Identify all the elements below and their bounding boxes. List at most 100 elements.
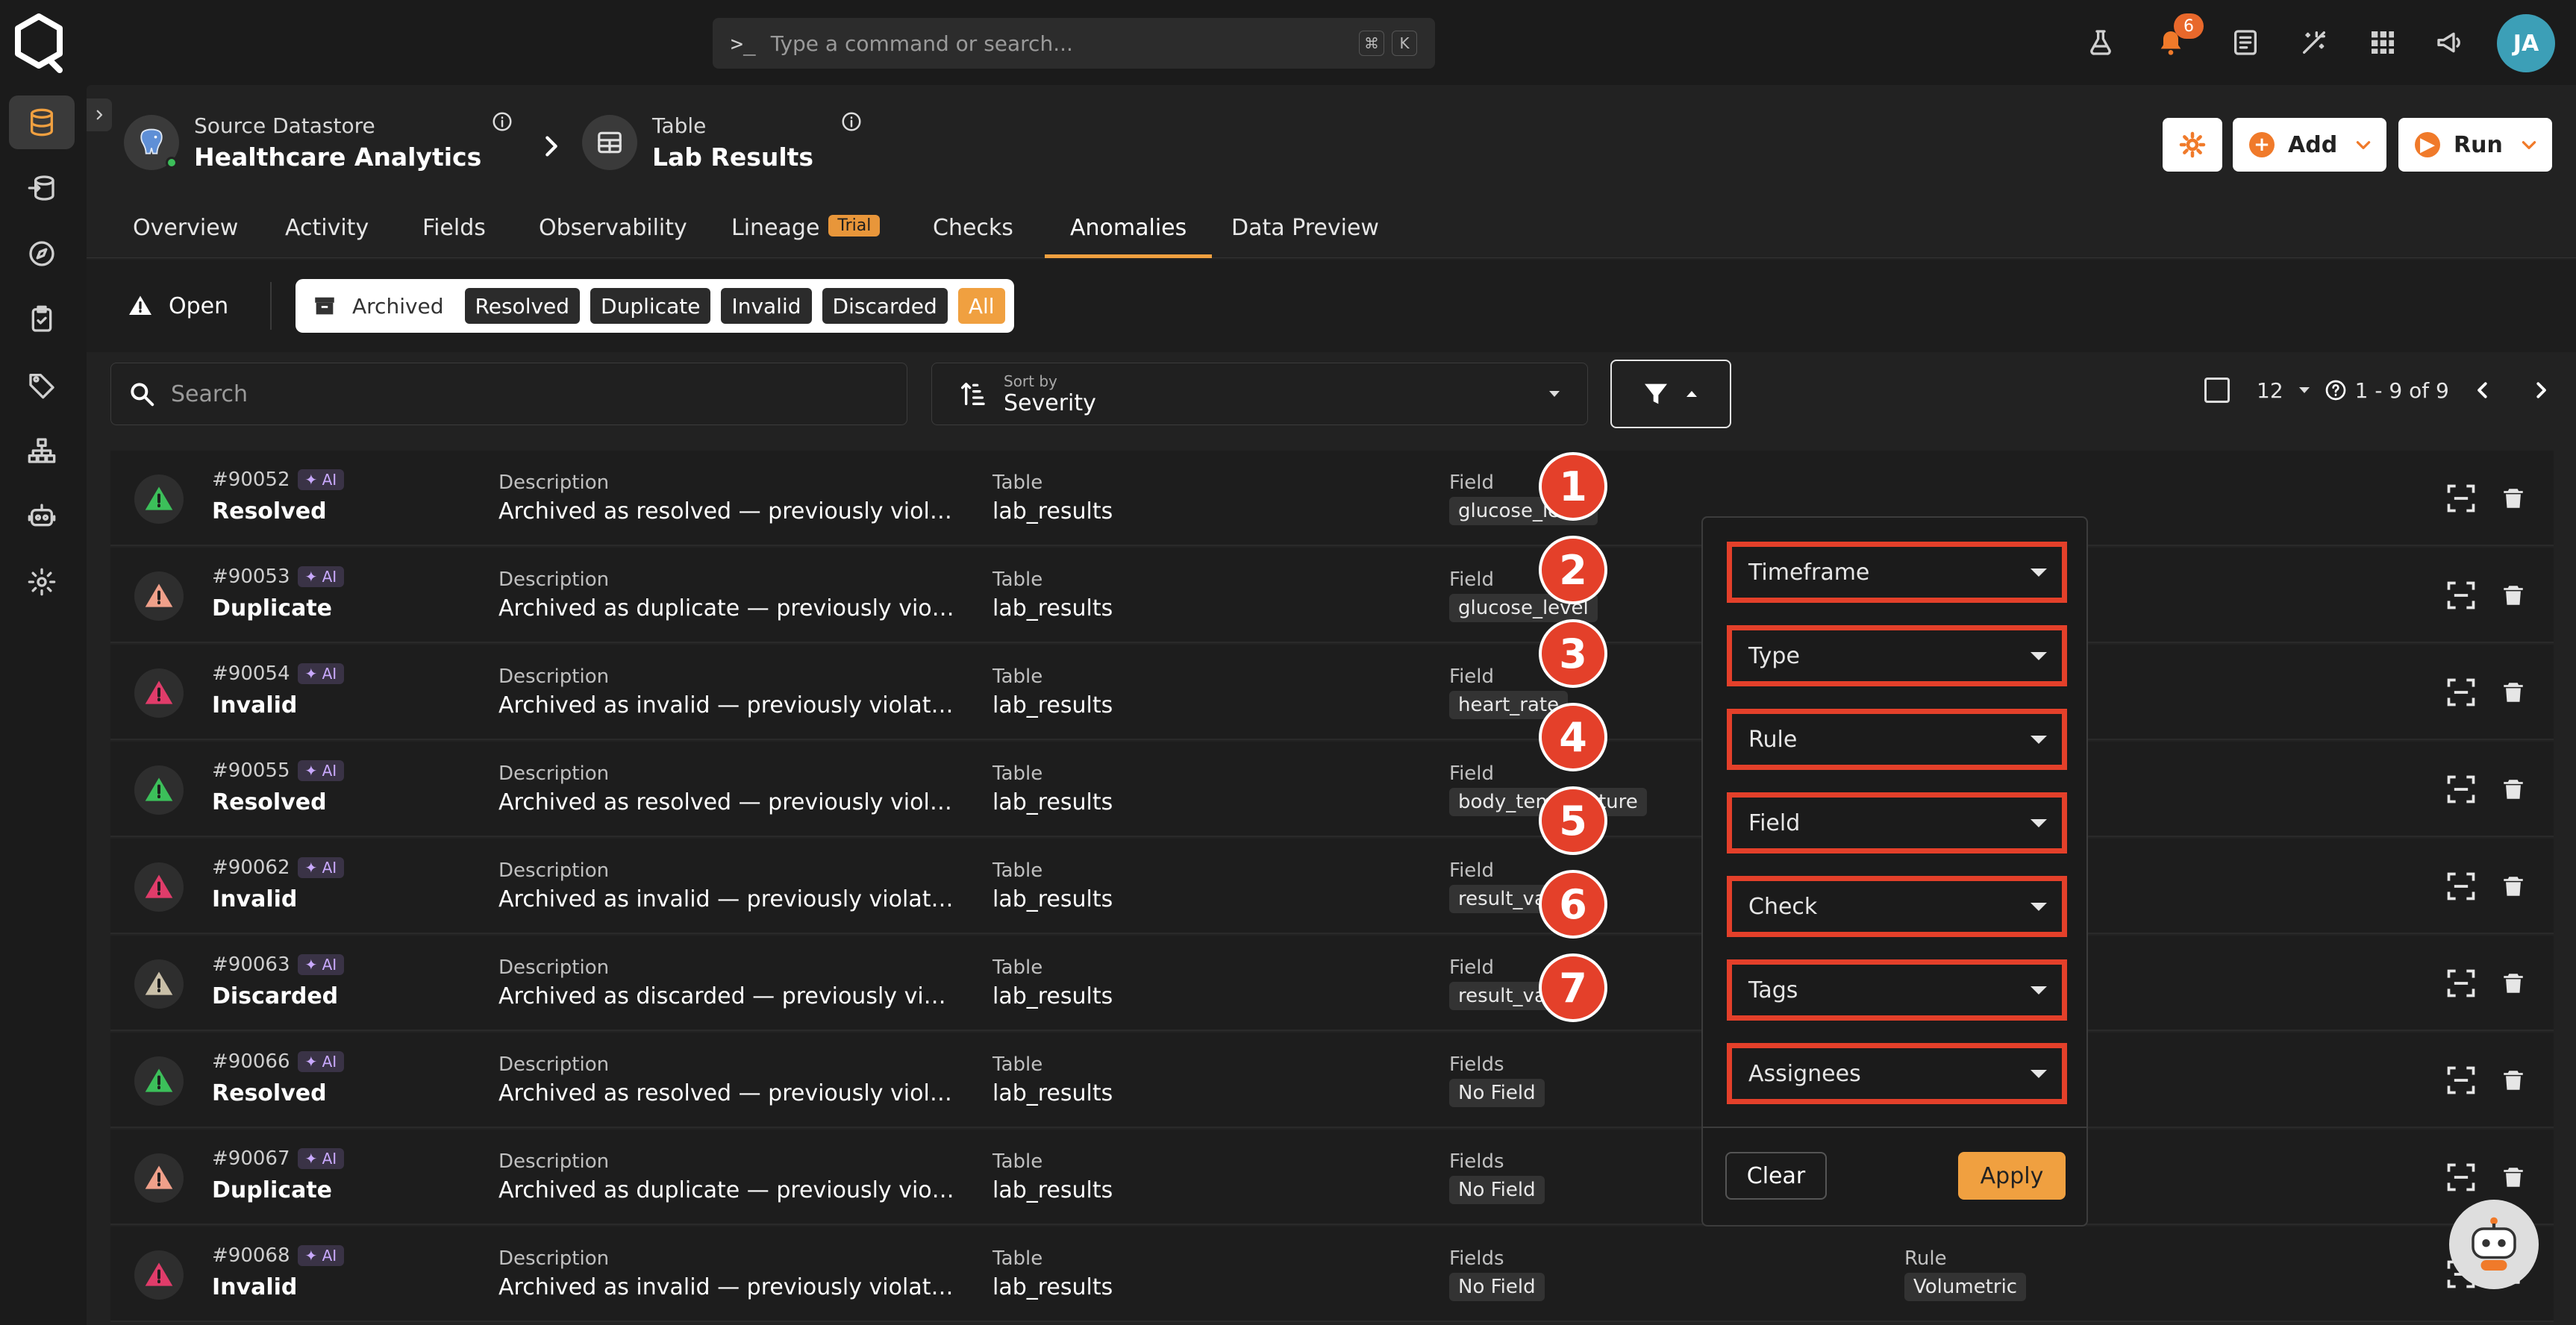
help-icon[interactable]	[2324, 378, 2348, 402]
prev-page-chevron-icon[interactable]	[2472, 379, 2494, 401]
agent-robot-nav-icon[interactable]	[9, 489, 75, 543]
chip-all[interactable]: All	[957, 288, 1005, 324]
clear-filters-button[interactable]: Clear	[1725, 1152, 1827, 1200]
anomaly-id-group[interactable]: #90054 ✦ AI	[212, 662, 345, 685]
checklist-nav-icon[interactable]	[9, 292, 75, 346]
table-row[interactable]: #90052 ✦ AI Resolved Description Archived as…	[110, 451, 2554, 546]
info-icon[interactable]	[491, 110, 513, 133]
caret-down-icon[interactable]	[2295, 381, 2313, 399]
type-filter-select[interactable]: Type	[1727, 625, 2067, 686]
command-search-bar[interactable]: >_ Type a command or search... ⌘ K	[713, 18, 1435, 69]
chatbot-assistant-button[interactable]	[2449, 1200, 2539, 1289]
breadcrumb-table[interactable]: Table Lab Results	[582, 113, 813, 172]
anomaly-id: #90067	[212, 1147, 290, 1170]
table-value: lab_results	[992, 983, 1113, 1009]
tab-checks[interactable]: Checks	[933, 204, 1013, 258]
caret-down-icon	[2031, 651, 2047, 660]
rule-filter-select[interactable]: Rule	[1727, 709, 2067, 770]
assignees-filter-select[interactable]: Assignees	[1727, 1043, 2067, 1104]
table-label: Table	[992, 568, 1043, 591]
trash-icon[interactable]	[2495, 674, 2531, 710]
anomaly-id-group[interactable]: #90063 ✦ AI	[212, 953, 345, 976]
user-avatar[interactable]: JA	[2497, 14, 2555, 72]
expand-frame-icon[interactable]	[2443, 577, 2479, 613]
trash-icon[interactable]	[2495, 1159, 2531, 1195]
table-row[interactable]: #90053 ✦ AI Duplicate Description Archived a…	[110, 548, 2554, 643]
table-row[interactable]: #90054 ✦ AI Invalid Description Archived as …	[110, 645, 2554, 740]
trash-icon[interactable]	[2495, 965, 2531, 1001]
tab-lineage[interactable]: Lineage Trial	[731, 204, 881, 258]
hierarchy-nav-icon[interactable]	[9, 424, 75, 477]
trash-icon[interactable]	[2495, 771, 2531, 807]
flow-nav-icon[interactable]	[9, 161, 75, 215]
tab-anomalies[interactable]: Anomalies	[1045, 204, 1213, 258]
magic-wand-icon[interactable]	[2294, 22, 2334, 63]
expand-frame-icon[interactable]	[2443, 674, 2479, 710]
chip-invalid[interactable]: Invalid	[721, 288, 812, 324]
add-button[interactable]: + Add	[2233, 118, 2386, 172]
trash-icon[interactable]	[2495, 868, 2531, 904]
settings-gear-nav-icon[interactable]	[9, 555, 75, 609]
qualytics-logo[interactable]	[10, 10, 67, 73]
divider	[1703, 1127, 2086, 1128]
anomaly-status: Resolved	[212, 498, 327, 524]
apps-grid-icon[interactable]	[2363, 22, 2403, 63]
breadcrumb-datastore[interactable]: Source Datastore Healthcare Analytics	[124, 113, 481, 172]
tag-nav-icon[interactable]	[9, 358, 75, 412]
chip-duplicate[interactable]: Duplicate	[590, 288, 711, 324]
datastore-nav-icon[interactable]	[9, 95, 75, 149]
explore-compass-icon[interactable]	[9, 227, 75, 281]
next-page-chevron-icon[interactable]	[2530, 379, 2552, 401]
expand-frame-icon[interactable]	[2443, 965, 2479, 1001]
info-icon[interactable]	[840, 110, 863, 133]
filter-toggle-button[interactable]	[1610, 360, 1731, 428]
tab-observability[interactable]: Observability	[539, 204, 687, 258]
archived-label[interactable]: Archived	[342, 288, 454, 324]
table-row[interactable]: #90055 ✦ AI Resolved Description Archived as…	[110, 742, 2554, 837]
field-filter-select[interactable]: Field	[1727, 792, 2067, 853]
anomaly-id-group[interactable]: #90062 ✦ AI	[212, 856, 345, 879]
table-row[interactable]: #90066 ✦ AI Resolved Description Archived as…	[110, 1033, 2554, 1128]
anomaly-id-group[interactable]: #90052 ✦ AI	[212, 469, 345, 491]
check-filter-select[interactable]: Check	[1727, 876, 2067, 937]
expand-frame-icon[interactable]	[2443, 480, 2479, 516]
expand-frame-icon[interactable]	[2443, 771, 2479, 807]
trash-icon[interactable]	[2495, 1062, 2531, 1098]
tab-activity[interactable]: Activity	[285, 204, 369, 258]
anomaly-id-group[interactable]: #90053 ✦ AI	[212, 566, 345, 588]
trash-icon[interactable]	[2495, 577, 2531, 613]
search-input[interactable]: Search	[110, 363, 907, 425]
anomaly-id-group[interactable]: #90066 ✦ AI	[212, 1050, 345, 1073]
apply-filters-button[interactable]: Apply	[1958, 1152, 2066, 1200]
settings-button[interactable]	[2163, 118, 2222, 172]
chip-discarded[interactable]: Discarded	[822, 288, 948, 324]
tags-filter-select[interactable]: Tags	[1727, 959, 2067, 1021]
tab-data-preview[interactable]: Data Preview	[1231, 204, 1379, 258]
table-row[interactable]: #90063 ✦ AI Discarded Description Archived a…	[110, 936, 2554, 1031]
anomaly-id-group[interactable]: #90068 ✦ AI	[212, 1244, 345, 1267]
tab-overview[interactable]: Overview	[133, 204, 238, 258]
tab-fields[interactable]: Fields	[422, 204, 486, 258]
table-row[interactable]: #90062 ✦ AI Invalid Description Archived as …	[110, 839, 2554, 934]
ai-badge: ✦ AI	[297, 1148, 345, 1169]
sort-select[interactable]: Sort by Severity	[931, 363, 1588, 425]
docs-icon[interactable]	[2225, 22, 2266, 63]
page-size-value[interactable]: 12	[2257, 378, 2283, 403]
expand-frame-icon[interactable]	[2443, 868, 2479, 904]
expand-sidebar-button[interactable]	[87, 98, 112, 131]
chip-resolved[interactable]: Resolved	[464, 288, 581, 324]
anomaly-description: Archived as duplicate — previously viola…	[498, 595, 955, 621]
run-button[interactable]: ▶ Run	[2398, 118, 2552, 172]
focus-view-icon[interactable]	[2443, 1159, 2479, 1195]
select-all-checkbox[interactable]	[2204, 378, 2230, 403]
table-row[interactable]: #90068 ✦ AI Invalid Description Archived as …	[110, 1227, 2554, 1322]
focus-view-icon[interactable]	[2443, 1062, 2479, 1098]
anomaly-id-group[interactable]: #90067 ✦ AI	[212, 1147, 345, 1170]
open-status-tab[interactable]: Open	[127, 292, 228, 319]
flask-icon[interactable]	[2081, 22, 2121, 63]
trash-icon[interactable]	[2495, 480, 2531, 516]
table-row[interactable]: #90067 ✦ AI Duplicate Description Archived a…	[110, 1130, 2554, 1225]
megaphone-icon[interactable]	[2430, 22, 2470, 63]
timeframe-filter-select[interactable]: Timeframe	[1727, 542, 2067, 603]
anomaly-id-group[interactable]: #90055 ✦ AI	[212, 759, 345, 782]
